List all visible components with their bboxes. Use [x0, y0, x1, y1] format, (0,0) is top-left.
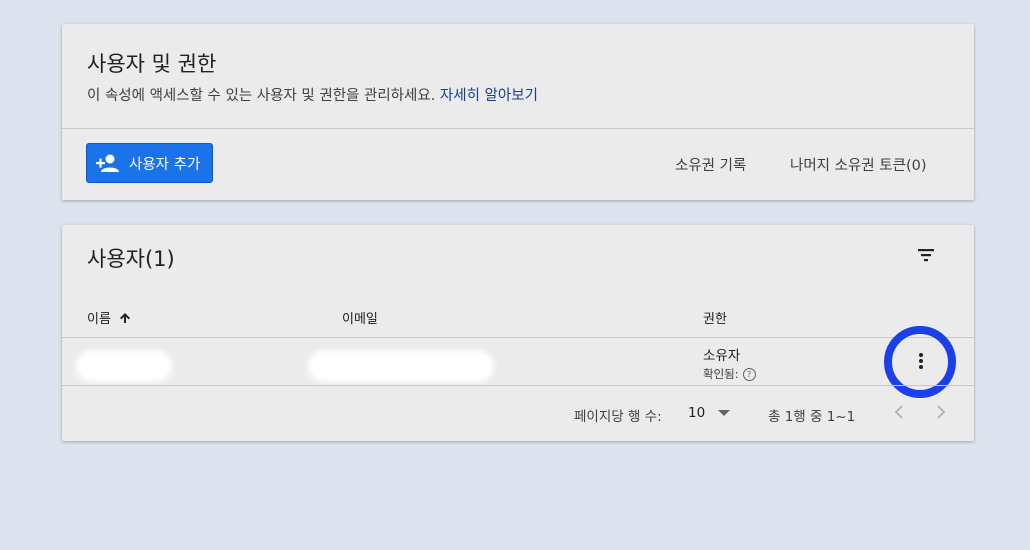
permissions-card: 사용자 및 권한 이 속성에 액세스할 수 있는 사용자 및 권한을 관리하세요… — [62, 24, 974, 200]
ownership-history-link[interactable]: 소유권 기록 — [675, 154, 746, 175]
more-vert-icon — [919, 353, 923, 369]
column-header-name[interactable]: 이름 — [87, 308, 131, 327]
divider — [62, 385, 974, 386]
rows-per-page-label: 페이지당 행 수: — [574, 409, 662, 425]
filter-icon[interactable] — [914, 243, 938, 267]
column-header-email[interactable]: 이메일 — [342, 308, 378, 327]
chevron-left-icon[interactable] — [891, 403, 907, 421]
person-add-icon — [96, 154, 119, 172]
description-text: 이 속성에 액세스할 수 있는 사용자 및 권한을 관리하세요. — [87, 88, 436, 104]
divider — [62, 337, 974, 338]
column-name-label: 이름 — [87, 312, 111, 327]
permissions-description: 이 속성에 액세스할 수 있는 사용자 및 권한을 관리하세요. 자세히 알아보… — [87, 84, 538, 105]
verification-label: 확인됨: — [703, 367, 739, 381]
add-user-button[interactable]: 사용자 추가 — [86, 143, 213, 183]
sort-arrow-up-icon — [119, 312, 130, 323]
remaining-tokens-link[interactable]: 나머지 소유권 토큰(0) — [790, 154, 926, 175]
role-cell: 소유자 확인됨: ? — [703, 344, 756, 382]
users-card: 사용자(1) 이름 이메일 권한 소유자 확인됨: ? 페이지당 행 수: 10… — [62, 225, 974, 441]
role-value: 소유자 — [703, 348, 741, 364]
rows-per-page-select[interactable]: 10 — [688, 405, 705, 421]
add-user-label: 사용자 추가 — [129, 156, 201, 173]
redacted-email — [308, 350, 494, 382]
users-title: 사용자(1) — [87, 247, 175, 271]
column-header-role[interactable]: 권한 — [703, 308, 727, 327]
help-icon[interactable]: ? — [742, 367, 756, 381]
redacted-name — [76, 350, 172, 382]
divider — [62, 128, 974, 129]
page-title: 사용자 및 권한 — [87, 52, 217, 76]
learn-more-link[interactable]: 자세히 알아보기 — [440, 88, 538, 104]
pagination-range: 총 1행 중 1~1 — [768, 409, 856, 425]
verification-status: 확인됨: ? — [703, 366, 756, 382]
chevron-right-icon[interactable] — [933, 403, 949, 421]
more-options-button[interactable] — [913, 350, 929, 372]
dropdown-arrow-icon[interactable] — [717, 409, 731, 417]
